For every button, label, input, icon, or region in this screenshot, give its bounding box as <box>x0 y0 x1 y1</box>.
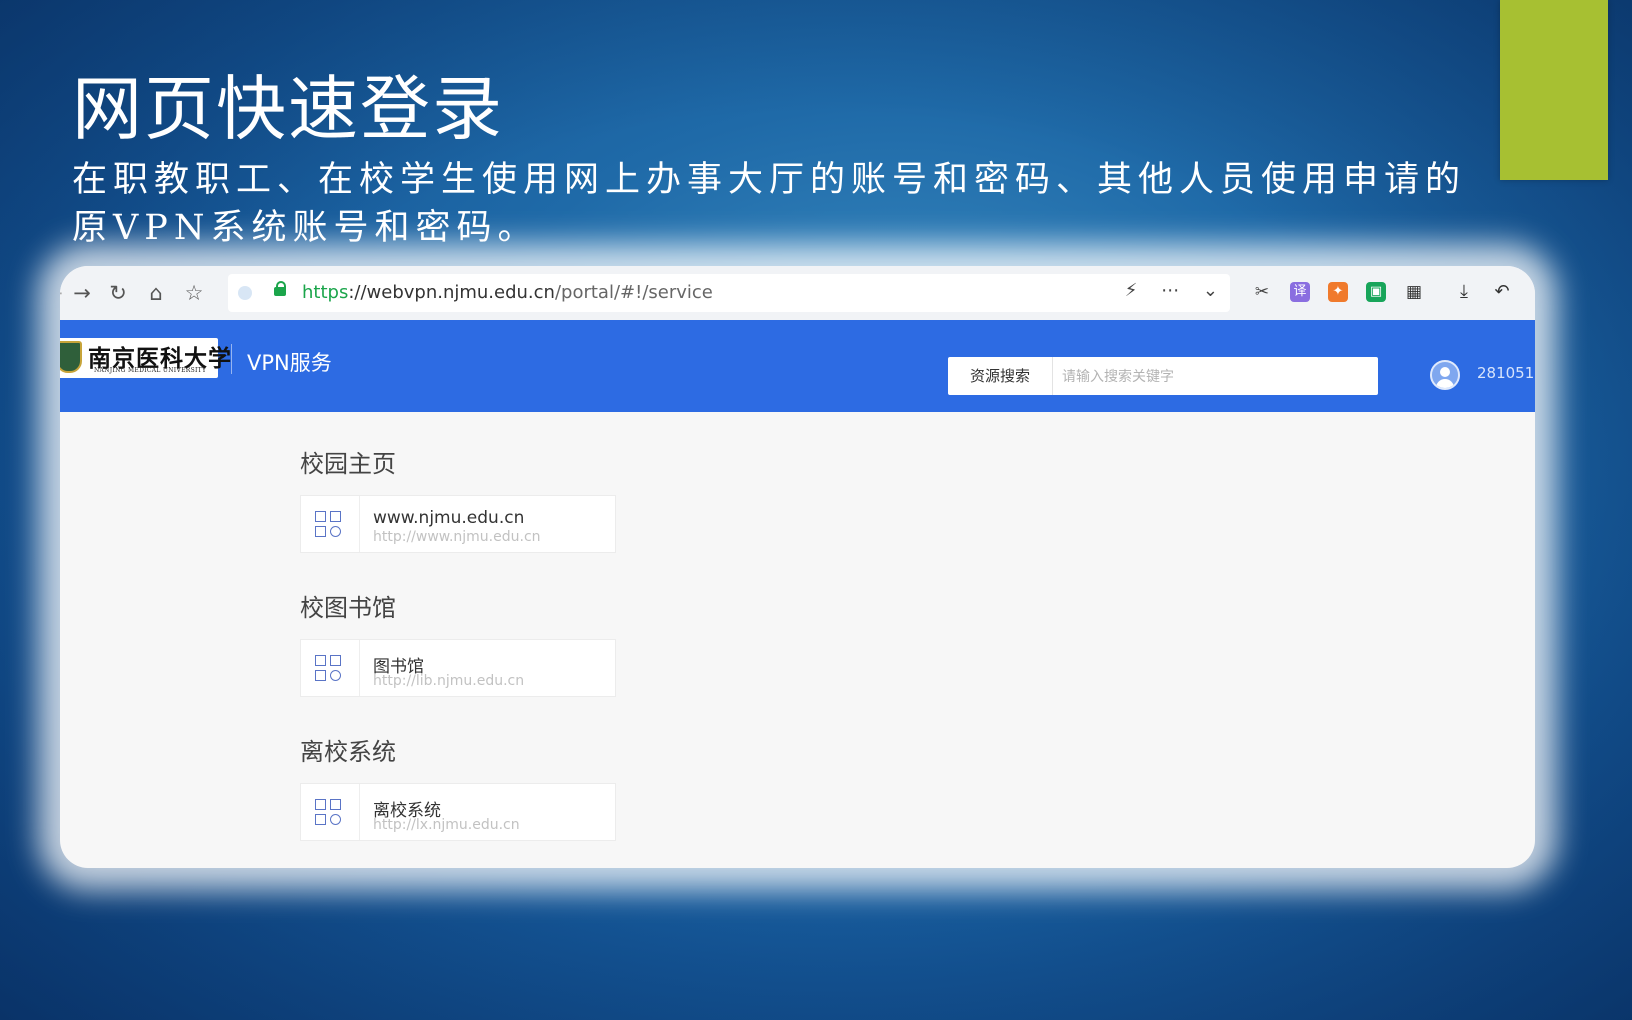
apps-icon <box>301 640 360 696</box>
back-icon[interactable]: ← <box>60 281 66 305</box>
download-icon[interactable]: ⤓ <box>1454 282 1474 302</box>
site-title: VPN服务 <box>247 351 332 375</box>
address-bar[interactable]: https://webvpn.njmu.edu.cn/portal/#!/ser… <box>228 274 1230 312</box>
forward-icon[interactable]: → <box>70 281 94 305</box>
url-text[interactable]: https://webvpn.njmu.edu.cn/portal/#!/ser… <box>302 282 713 303</box>
lightning-icon[interactable]: ⚡ <box>1125 280 1138 301</box>
section-title-campus: 校园主页 <box>300 450 396 478</box>
resource-url: http://lx.njmu.edu.cn <box>373 817 520 833</box>
reader-icon[interactable]: ▣ <box>1366 282 1386 302</box>
resource-search: 资源搜索 <box>948 357 1378 395</box>
user-avatar-icon[interactable] <box>1430 360 1460 390</box>
section-title-leaving: 离校系统 <box>300 738 396 766</box>
university-logo[interactable]: 南京医科大学 NANJING MEDICAL UNIVERSITY <box>60 338 231 378</box>
reload-icon[interactable]: ↻ <box>106 281 130 305</box>
site-identity-icon[interactable] <box>238 286 252 300</box>
accent-bar <box>1500 0 1608 180</box>
resource-card[interactable]: 离校系统 http://lx.njmu.edu.cn <box>300 783 616 841</box>
apps-icon <box>301 784 360 840</box>
apps-icon[interactable]: ▦ <box>1404 282 1424 302</box>
browser-toolbar: ← → ↻ ⌂ ☆ https://webvpn.njmu.edu.cn/por… <box>60 266 1535 321</box>
undo-icon[interactable]: ↶ <box>1492 282 1512 302</box>
more-icon[interactable]: ⋯ <box>1161 280 1179 301</box>
resource-url: http://lib.njmu.edu.cn <box>373 673 525 689</box>
chevron-down-icon[interactable]: ⌄ <box>1203 280 1218 301</box>
home-icon[interactable]: ⌂ <box>144 281 168 305</box>
slide-title: 网页快速登录 <box>72 68 504 150</box>
game-icon[interactable]: ✦ <box>1328 282 1348 302</box>
site-header: 南京医科大学 NANJING MEDICAL UNIVERSITY VPN服务 … <box>60 320 1535 412</box>
search-type-select[interactable]: 资源搜索 <box>948 357 1053 395</box>
user-id[interactable]: 281051 <box>1477 364 1534 382</box>
url-scheme: https <box>302 282 349 303</box>
url-host: ://webvpn.njmu.edu.cn <box>348 282 555 303</box>
resource-name: www.njmu.edu.cn <box>373 508 525 528</box>
resource-url: http://www.njmu.edu.cn <box>373 529 541 545</box>
translate-icon[interactable]: 译 <box>1290 282 1310 302</box>
url-path: /portal/#!/service <box>554 282 713 303</box>
cut-icon[interactable]: ✂ <box>1252 282 1272 302</box>
section-title-library: 校图书馆 <box>300 594 396 622</box>
logo-english-name: NANJING MEDICAL UNIVERSITY <box>94 367 207 374</box>
favorites-icon[interactable]: ☆ <box>182 281 206 305</box>
emblem-icon <box>60 341 82 373</box>
resource-card[interactable]: 图书馆 http://lib.njmu.edu.cn <box>300 639 616 697</box>
lock-icon <box>274 281 286 296</box>
apps-icon <box>301 496 360 552</box>
slide-subtitle: 在职教职工、在校学生使用网上办事大厅的账号和密码、其他人员使用申请的原VPN系统… <box>72 160 1467 248</box>
header-divider <box>231 344 232 374</box>
resource-card[interactable]: www.njmu.edu.cn http://www.njmu.edu.cn <box>300 495 616 553</box>
browser-screenshot: ← → ↻ ⌂ ☆ https://webvpn.njmu.edu.cn/por… <box>60 266 1535 868</box>
address-actions: ⚡ ⋯ ⌄ <box>1107 280 1218 301</box>
search-input[interactable] <box>1060 363 1364 391</box>
